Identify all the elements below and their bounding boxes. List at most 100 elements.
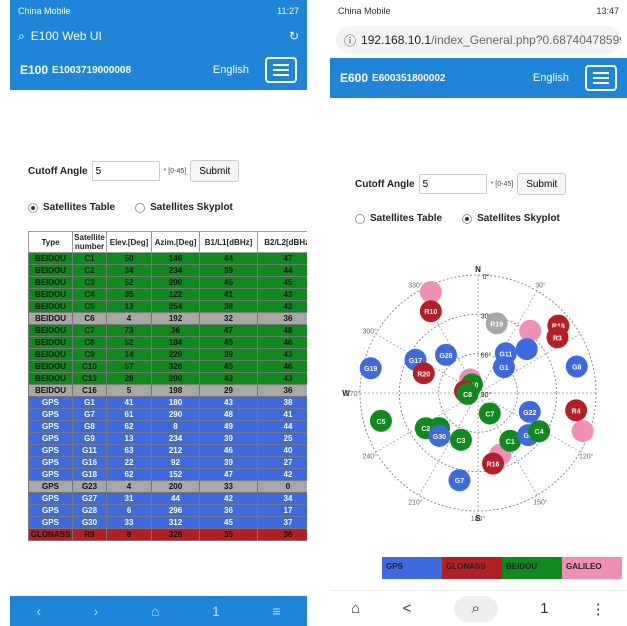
url-field[interactable]: ⓘ 192.168.10.1/index_General.php?0.68740… <box>336 26 621 54</box>
android-nav-button[interactable]: ‹ <box>36 603 41 619</box>
cutoff-range: * [0-45] <box>490 180 514 188</box>
cutoff-input[interactable] <box>91 161 160 181</box>
elevation-label: 60° <box>481 352 492 360</box>
table-cell: 57 <box>106 360 152 373</box>
table-cell: 27 <box>257 456 307 469</box>
cutoff-row: Cutoff Angle * [0-45] Submit <box>28 160 307 182</box>
table-cell: 200 <box>151 480 200 493</box>
table-cell: 44 <box>257 264 307 277</box>
radio-satellites-table[interactable]: Satellites Table <box>28 202 115 213</box>
table-cell: C3 <box>72 276 107 289</box>
browser-nav-button[interactable]: < <box>403 600 412 617</box>
hamburger-menu-button[interactable] <box>585 65 617 91</box>
table-cell: 32 <box>199 312 258 325</box>
submit-button[interactable]: Submit <box>517 173 567 195</box>
satellite-skyplot: NSW330° 30°300°270°240°210°180°150°120°0°… <box>342 265 597 523</box>
android-nav-button[interactable]: ⌂ <box>151 603 159 619</box>
android-nav-button[interactable]: ≡ <box>272 603 280 619</box>
table-cell: C9 <box>72 348 107 361</box>
table-cell: 45 <box>199 336 258 349</box>
satellite-id: G7 <box>455 478 464 485</box>
carrier-label: China Mobile <box>338 6 391 16</box>
url-host: 192.168.10.1 <box>361 33 432 47</box>
table-cell: GPS <box>28 420 73 433</box>
radio-satellites-skyplot[interactable]: Satellites Skyplot <box>462 213 560 224</box>
table-row: GPS G1 41 180 43 38 <box>28 396 307 409</box>
north-label: N <box>475 265 481 274</box>
table-cell: 31 <box>106 492 152 505</box>
reload-icon[interactable]: ↻ <box>289 29 299 43</box>
table-cell: 152 <box>151 468 200 481</box>
azimuth-label: 270° <box>346 390 361 398</box>
table-cell: BEIDOU <box>28 264 73 277</box>
hamburger-menu-button[interactable] <box>265 57 297 83</box>
device-serial: E600351800002 <box>372 72 446 84</box>
android-nav-button[interactable]: 1 <box>212 603 220 619</box>
table-cell: 326 <box>151 528 200 541</box>
browser-nav-button[interactable]: 1 <box>540 600 548 617</box>
radio-satellites-skyplot[interactable]: Satellites Skyplot <box>135 202 233 213</box>
table-row: GPS G11 63 212 46 40 <box>28 444 307 457</box>
table-cell: 8 <box>151 420 200 433</box>
table-cell: 13 <box>106 300 152 313</box>
info-icon[interactable]: ⓘ <box>344 32 356 49</box>
table-cell: GPS <box>28 504 73 517</box>
table-cell: 62 <box>106 468 152 481</box>
table-cell: 33 <box>199 480 258 493</box>
azimuth-label: 210° <box>408 498 423 506</box>
table-row: BEIDOU C13 28 200 43 43 <box>28 372 307 385</box>
table-row: GPS G27 31 44 42 34 <box>28 492 307 505</box>
table-cell: 36 <box>199 504 258 517</box>
table-cell: 39 <box>199 348 258 361</box>
table-cell: 296 <box>151 504 200 517</box>
table-cell: 43 <box>199 396 258 409</box>
table-cell: 44 <box>199 252 258 265</box>
status-bar: China Mobile 13:47 <box>330 0 627 22</box>
browser-nav-button[interactable]: ⌂ <box>351 600 360 617</box>
table-cell: 312 <box>151 516 200 529</box>
azimuth-label: 150° <box>533 498 548 506</box>
table-cell: 47 <box>257 252 307 265</box>
table-row: GPS G30 33 312 45 37 <box>28 516 307 529</box>
table-row: GPS G9 13 234 39 25 <box>28 432 307 445</box>
table-cell: 45 <box>199 360 258 373</box>
table-cell: G27 <box>72 492 107 505</box>
table-cell: 50 <box>106 252 152 265</box>
browser-bar[interactable]: ⌕ E100 Web UI ↻ <box>10 22 307 50</box>
table-cell: 35 <box>106 288 152 301</box>
table-cell: 36 <box>257 312 307 325</box>
satellite-id: C2 <box>421 426 430 433</box>
column-header: Satellite number <box>72 231 107 253</box>
language-selector[interactable]: English <box>213 64 249 76</box>
table-cell: 44 <box>151 492 200 505</box>
table-cell: 41 <box>257 408 307 421</box>
table-cell: 52 <box>106 276 152 289</box>
table-row: BEIDOU C6 4 192 32 36 <box>28 312 307 325</box>
cutoff-input[interactable] <box>418 174 487 194</box>
table-cell: G16 <box>72 456 107 469</box>
radio-satellites-table[interactable]: Satellites Table <box>355 213 442 224</box>
azimuth-label: 240° <box>363 453 378 461</box>
table-cell: 8 <box>106 528 152 541</box>
table-row: GLONASS R9 8 326 35 36 <box>28 528 307 541</box>
device-serial: E1003719000008 <box>52 64 132 76</box>
table-cell: BEIDOU <box>28 312 73 325</box>
satellite-id: G22 <box>523 410 536 417</box>
submit-button[interactable]: Submit <box>190 160 240 182</box>
browser-nav-button[interactable]: ⌕ <box>453 595 498 622</box>
table-cell: 44 <box>257 420 307 433</box>
language-selector[interactable]: English <box>533 72 569 84</box>
table-row: BEIDOU C5 13 254 38 42 <box>28 300 307 313</box>
table-cell: 73 <box>106 324 152 337</box>
clock: 11:27 <box>277 6 299 16</box>
table-cell: 38 <box>257 396 307 409</box>
table-cell: C16 <box>72 384 107 397</box>
radio-label: Satellites Skyplot <box>477 213 560 224</box>
android-nav-button[interactable]: › <box>94 603 99 619</box>
table-cell: 47 <box>199 324 258 337</box>
table-cell: 25 <box>257 432 307 445</box>
table-cell: GPS <box>28 468 73 481</box>
radio-label: Satellites Table <box>43 202 116 213</box>
browser-nav-button[interactable]: ⋮ <box>591 600 606 618</box>
table-cell: 146 <box>151 252 200 265</box>
